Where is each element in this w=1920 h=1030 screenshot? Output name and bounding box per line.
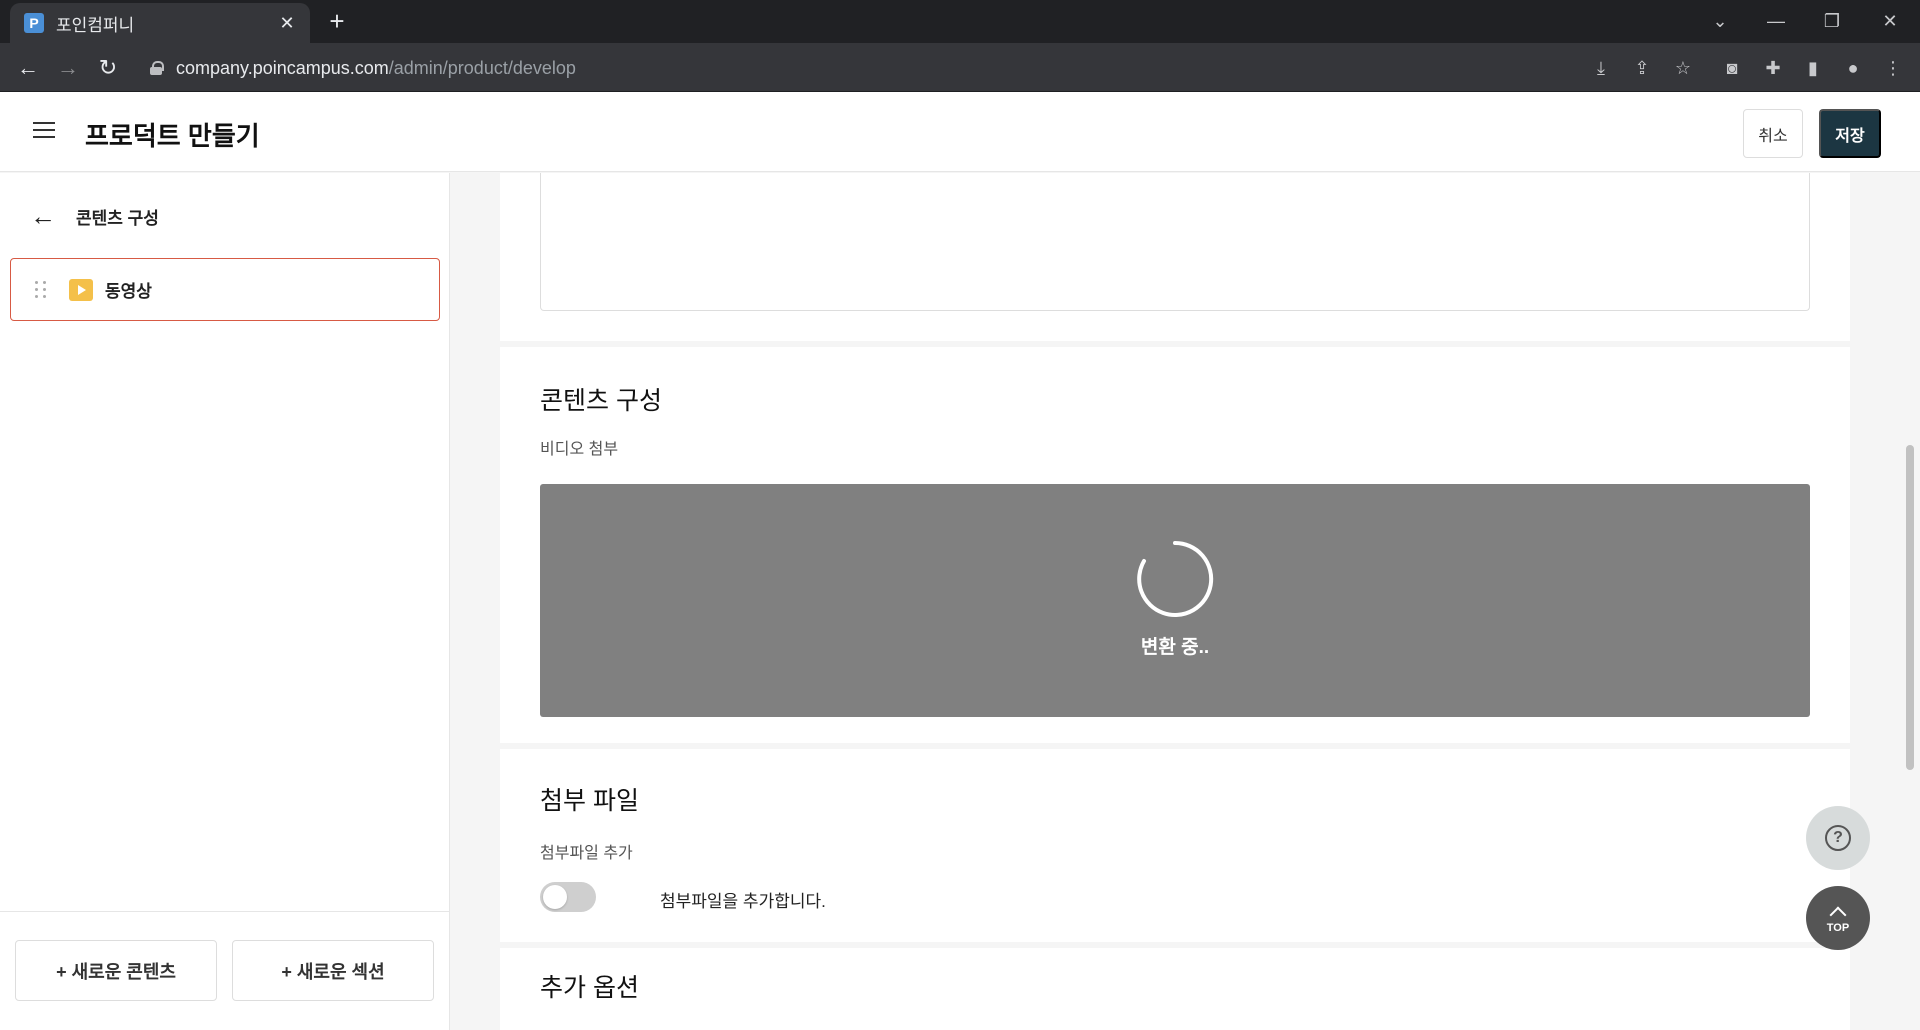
loading-spinner-icon (1137, 540, 1214, 617)
content-composition-card: 콘텐츠 구성 비디오 첨부 변환 중.. (500, 347, 1850, 743)
tab-title: 포인컴퍼니 (56, 15, 135, 35)
app-header: 프로덕트 만들기 취소 저장 (0, 92, 1920, 172)
content-sidebar: ← 콘텐츠 구성 동영상 + 새로운 콘텐츠 + 새로운 섹션 (0, 173, 450, 1030)
additional-options-card: 추가 옵션 (500, 948, 1850, 1030)
bookmark-star-icon[interactable]: ☆ (1668, 53, 1698, 83)
attachment-field-label: 첨부파일 추가 (540, 845, 633, 862)
attachment-toggle[interactable] (540, 882, 596, 912)
video-upload-area[interactable]: 변환 중.. (540, 484, 1810, 717)
profile-icon[interactable]: ● (1838, 53, 1868, 83)
main-content: 콘텐츠 구성 비디오 첨부 변환 중.. 첨부 파일 첨부파일 추가 첨부파일을… (450, 173, 1900, 1030)
sidebar-item-video[interactable]: 동영상 (10, 258, 440, 321)
sidebar-actions: + 새로운 콘텐츠 + 새로운 섹션 (0, 911, 449, 1030)
chevron-up-icon (1829, 906, 1847, 923)
attachment-card: 첨부 파일 첨부파일 추가 첨부파일을 추가합니다. (500, 749, 1850, 942)
video-attach-label: 비디오 첨부 (540, 441, 619, 458)
favicon-icon: P (24, 13, 44, 33)
close-window-icon[interactable]: ✕ (1870, 6, 1910, 36)
question-circle-icon: ? (1825, 825, 1851, 851)
tab-search-icon[interactable]: ⌄ (1700, 6, 1740, 36)
sidebar-item-label: 동영상 (105, 282, 152, 301)
new-tab-icon[interactable]: + (322, 6, 352, 36)
url-host: company.poincampus.com (176, 57, 389, 78)
scroll-top-button[interactable]: TOP (1806, 886, 1870, 950)
browser-toolbar: ← → ↻ company.poincampus.com/admin/produ… (0, 43, 1920, 92)
tab-close-icon[interactable]: ✕ (276, 13, 298, 34)
attachment-toggle-label: 첨부파일을 추가합니다. (660, 892, 826, 911)
scrollbar-thumb[interactable] (1906, 445, 1914, 770)
more-menu-icon[interactable]: ⋮ (1878, 53, 1908, 83)
section-title-attachment: 첨부 파일 (540, 787, 639, 815)
url-path: /admin/product/develop (388, 57, 576, 78)
description-card (500, 173, 1850, 341)
reload-icon[interactable]: ↻ (92, 52, 124, 84)
browser-tab[interactable]: P 포인컴퍼니 ✕ (10, 3, 310, 43)
description-textarea[interactable] (540, 173, 1810, 311)
share-icon[interactable]: ⇪ (1627, 53, 1657, 83)
minimize-icon[interactable]: — (1756, 6, 1796, 36)
sidebar-heading: 콘텐츠 구성 (76, 208, 159, 228)
page-title: 프로덕트 만들기 (85, 121, 260, 151)
back-to-content-structure[interactable]: ← 콘텐츠 구성 (30, 203, 159, 229)
converting-status: 변환 중.. (1140, 637, 1210, 658)
back-icon[interactable]: ← (12, 52, 44, 84)
camera-icon[interactable]: ◙ (1717, 53, 1747, 83)
restore-icon[interactable]: ❐ (1812, 6, 1852, 36)
extensions-icon[interactable]: ✚ (1758, 53, 1788, 83)
side-panel-icon[interactable]: ▮ (1798, 53, 1828, 83)
section-title-content: 콘텐츠 구성 (540, 387, 662, 415)
new-section-button[interactable]: + 새로운 섹션 (232, 940, 434, 1001)
section-title-options: 추가 옵션 (540, 974, 639, 1002)
browser-tabbar: P 포인컴퍼니 ✕ + ⌄ — ❐ ✕ (0, 0, 1920, 43)
install-icon[interactable]: ⤓ (1586, 53, 1616, 83)
help-button[interactable]: ? (1806, 806, 1870, 870)
cancel-button[interactable]: 취소 (1743, 109, 1803, 158)
forward-icon[interactable]: → (52, 52, 84, 84)
save-button[interactable]: 저장 (1819, 109, 1881, 158)
hamburger-menu-icon[interactable] (33, 122, 55, 140)
drag-handle-icon[interactable] (35, 280, 47, 299)
new-content-button[interactable]: + 새로운 콘텐츠 (15, 940, 217, 1001)
lock-icon[interactable] (150, 61, 164, 75)
arrow-left-icon[interactable]: ← (30, 203, 58, 229)
video-icon (69, 278, 93, 301)
